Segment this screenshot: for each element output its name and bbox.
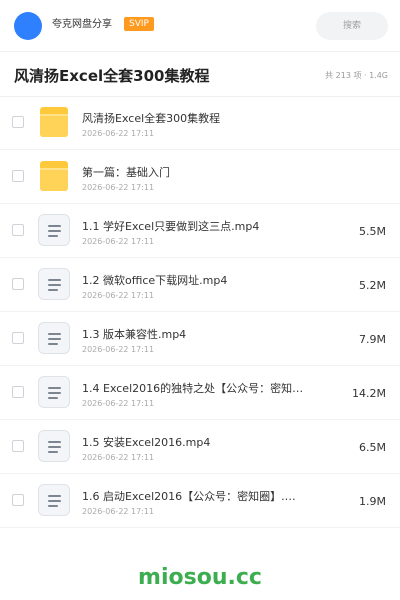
- checkbox[interactable]: [12, 494, 24, 506]
- checkbox[interactable]: [12, 386, 24, 398]
- document-icon: [38, 430, 70, 462]
- checkbox[interactable]: [12, 440, 24, 452]
- document-icon: [38, 484, 70, 516]
- item-name[interactable]: 1.5 安装Excel2016.mp4: [82, 435, 307, 450]
- top-bar: 夸克网盘分享 SVIP: [0, 0, 400, 52]
- item-date: 2026-06-22 17:11: [82, 507, 155, 516]
- item-size: 7.9M: [359, 333, 386, 346]
- item-size: 1.9M: [359, 495, 386, 508]
- svip-badge: SVIP: [124, 17, 154, 31]
- item-date: 2026-06-22 17:11: [82, 345, 155, 354]
- item-date: 2026-06-22 17:11: [82, 129, 155, 138]
- item-name[interactable]: 1.1 学好Excel只要做到这三点.mp4: [82, 219, 307, 234]
- share-title: 夸克网盘分享: [52, 19, 112, 30]
- file-list: 风清扬Excel全套300集教程 2026-06-22 17:11 第一篇：基础…: [0, 96, 400, 528]
- page-title: 风清扬Excel全套300集教程: [14, 67, 210, 85]
- search-input[interactable]: [316, 12, 388, 40]
- item-name[interactable]: 风清扬Excel全套300集教程: [82, 111, 307, 126]
- document-icon: [38, 268, 70, 300]
- item-size: 5.5M: [359, 225, 386, 238]
- list-item[interactable]: 1.1 学好Excel只要做到这三点.mp4 2026-06-22 17:11 …: [0, 204, 400, 258]
- document-icon: [38, 322, 70, 354]
- list-item[interactable]: 1.5 安装Excel2016.mp4 2026-06-22 17:11 6.5…: [0, 420, 400, 474]
- item-name[interactable]: 1.2 微软office下载网址.mp4: [82, 273, 307, 288]
- avatar[interactable]: [14, 12, 42, 40]
- folder-icon: [38, 160, 70, 192]
- list-item[interactable]: 风清扬Excel全套300集教程 2026-06-22 17:11: [0, 96, 400, 150]
- checkbox[interactable]: [12, 278, 24, 290]
- item-size: 6.5M: [359, 441, 386, 454]
- folder-meta: 共 213 项 · 1.4G: [325, 71, 388, 80]
- checkbox[interactable]: [12, 170, 24, 182]
- checkbox[interactable]: [12, 332, 24, 344]
- list-item[interactable]: 1.2 微软office下载网址.mp4 2026-06-22 17:11 5.…: [0, 258, 400, 312]
- list-item[interactable]: 1.6 启动Excel2016【公众号：密知圈】.… 2026-06-22 17…: [0, 474, 400, 528]
- item-size: 14.2M: [352, 387, 386, 400]
- item-date: 2026-06-22 17:11: [82, 183, 155, 192]
- document-icon: [38, 214, 70, 246]
- watermark: miosou.cc: [138, 565, 262, 590]
- list-item[interactable]: 1.3 版本兼容性.mp4 2026-06-22 17:11 7.9M: [0, 312, 400, 366]
- item-date: 2026-06-22 17:11: [82, 399, 155, 408]
- item-name[interactable]: 1.3 版本兼容性.mp4: [82, 327, 307, 342]
- item-date: 2026-06-22 17:11: [82, 291, 155, 300]
- document-icon: [38, 376, 70, 408]
- list-item[interactable]: 1.4 Excel2016的独特之处【公众号：密知… 2026-06-22 17…: [0, 366, 400, 420]
- checkbox[interactable]: [12, 224, 24, 236]
- item-date: 2026-06-22 17:11: [82, 237, 155, 246]
- item-name[interactable]: 1.6 启动Excel2016【公众号：密知圈】.…: [82, 489, 307, 504]
- folder-icon: [38, 106, 70, 138]
- list-item[interactable]: 第一篇：基础入门 2026-06-22 17:11: [0, 150, 400, 204]
- item-name[interactable]: 1.4 Excel2016的独特之处【公众号：密知…: [82, 381, 307, 396]
- item-date: 2026-06-22 17:11: [82, 453, 155, 462]
- item-size: 5.2M: [359, 279, 386, 292]
- item-name[interactable]: 第一篇：基础入门: [82, 165, 307, 180]
- checkbox[interactable]: [12, 116, 24, 128]
